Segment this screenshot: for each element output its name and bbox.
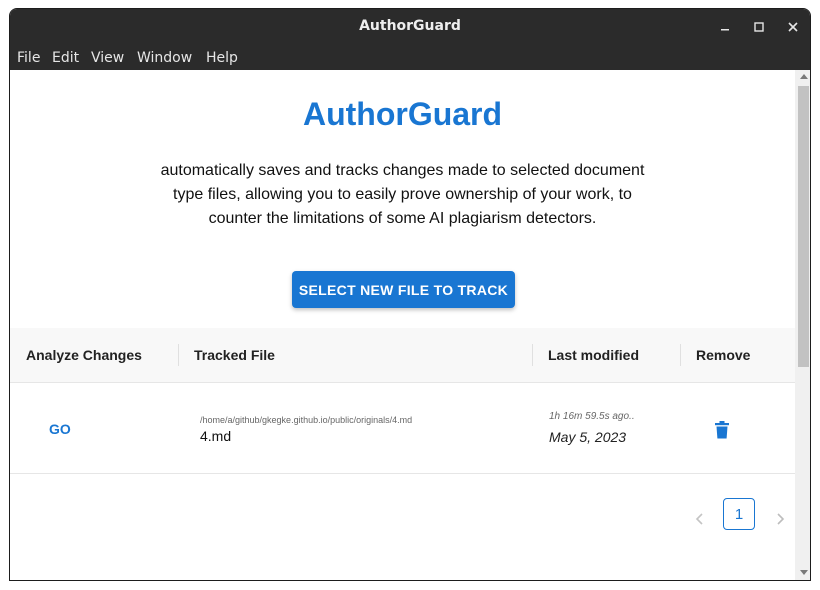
scroll-up-icon[interactable] bbox=[800, 74, 808, 79]
trash-icon[interactable] bbox=[714, 420, 730, 440]
menu-view[interactable]: View bbox=[91, 50, 124, 66]
minimize-icon bbox=[721, 29, 729, 31]
time-ago: 1h 16m 59.5s ago.. bbox=[549, 411, 635, 422]
close-icon bbox=[788, 22, 798, 32]
vertical-scrollbar[interactable] bbox=[795, 70, 810, 580]
column-separator bbox=[532, 344, 533, 366]
chevron-right-icon[interactable] bbox=[773, 511, 787, 525]
menu-bar: File Edit View Window Help bbox=[10, 46, 810, 70]
maximize-icon bbox=[754, 22, 764, 32]
menu-file[interactable]: File bbox=[17, 50, 40, 66]
maximize-button[interactable] bbox=[750, 18, 768, 36]
close-button[interactable] bbox=[784, 18, 802, 36]
analyze-go-link[interactable]: GO bbox=[49, 421, 71, 437]
column-separator bbox=[178, 344, 179, 366]
column-separator bbox=[680, 344, 681, 366]
select-file-button[interactable]: SELECT NEW FILE TO TRACK bbox=[292, 271, 515, 308]
menu-window[interactable]: Window bbox=[137, 50, 192, 66]
window-title: AuthorGuard bbox=[359, 18, 461, 34]
menu-edit[interactable]: Edit bbox=[52, 50, 79, 66]
file-path: /home/a/github/gkegke.github.io/public/o… bbox=[200, 415, 413, 425]
modified-date: May 5, 2023 bbox=[549, 429, 627, 445]
column-remove[interactable]: Remove bbox=[696, 347, 750, 363]
file-name: 4.md bbox=[200, 428, 232, 444]
minimize-button[interactable] bbox=[716, 18, 734, 36]
scroll-thumb[interactable] bbox=[798, 86, 809, 367]
scroll-down-icon[interactable] bbox=[800, 570, 808, 575]
main-content: AuthorGuard automatically saves and trac… bbox=[10, 70, 795, 580]
app-heading: AuthorGuard bbox=[302, 96, 503, 132]
menu-help[interactable]: Help bbox=[206, 50, 238, 66]
app-window: AuthorGuard File Edit View Window Help A… bbox=[9, 8, 811, 581]
page-1-button[interactable]: 1 bbox=[723, 498, 755, 530]
column-tracked-file[interactable]: Tracked File bbox=[194, 347, 275, 363]
column-last-modified[interactable]: Last modified bbox=[548, 347, 639, 363]
table-row: GO /home/a/github/gkegke.github.io/publi… bbox=[10, 384, 795, 474]
title-bar: AuthorGuard bbox=[10, 9, 810, 46]
table-header: Analyze Changes Tracked File Last modifi… bbox=[10, 328, 795, 383]
app-description: automatically saves and tracks changes m… bbox=[160, 162, 645, 227]
column-analyze-changes[interactable]: Analyze Changes bbox=[26, 347, 142, 363]
chevron-left-icon[interactable] bbox=[693, 511, 707, 525]
